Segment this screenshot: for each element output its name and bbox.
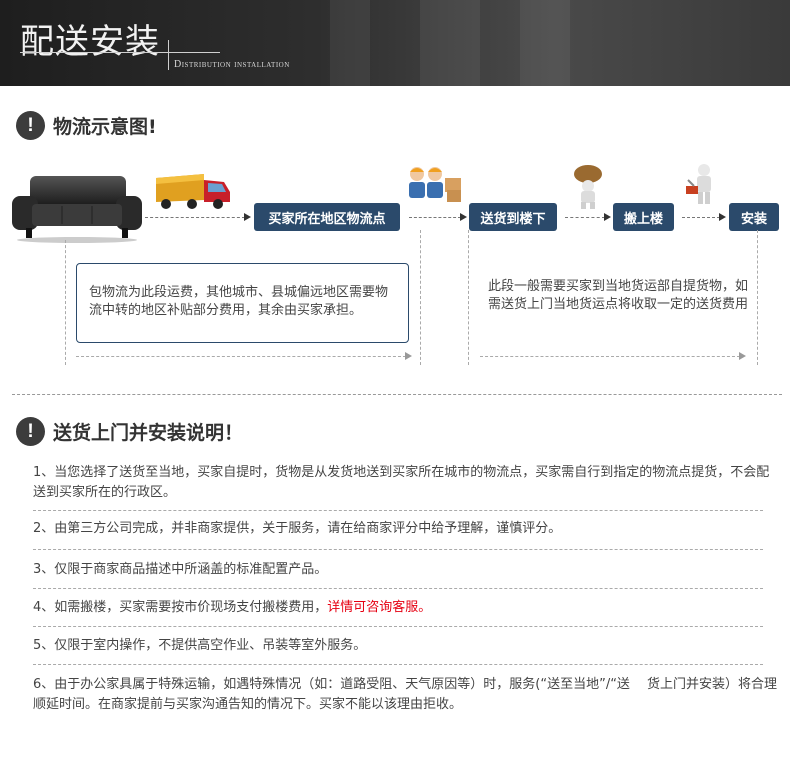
flow-arrowhead [719, 213, 726, 221]
note-free-shipping: 包物流为此段运费，其他城市、县城偏远地区需要物流中转的地区补贴部分费用，其余由买… [76, 263, 409, 343]
note-self-pickup: 此段一般需要买家到当地货运部自提货物，如需送货上门当地货运点将收取一定的送货费用 [488, 279, 749, 312]
bracket-line-right [757, 230, 758, 365]
span-arrow-line [480, 356, 740, 357]
instruction-item-4-text: 4、如需搬楼，买家需要按市价现场支付搬楼费用， [33, 600, 328, 615]
bracket-line-middle-left [420, 230, 421, 365]
consult-service-link: 详情可咨询客服。 [327, 600, 432, 615]
banner-subtitle: Distribution installation [174, 59, 290, 70]
instruction-item-3: 3、仅限于商家商品描述中所涵盖的标准配置产品。 [33, 562, 328, 577]
instructions-heading: ! 送货上门并安装说明！ [16, 417, 243, 446]
item-divider [33, 510, 763, 511]
warning-icon: ! [16, 417, 45, 446]
item-divider [33, 588, 763, 589]
flow-arrow-line [682, 217, 720, 218]
carrier-image [574, 165, 602, 209]
instructions-title: 送货上门并安装说明！ [53, 422, 244, 444]
flow-arrow-line [145, 217, 245, 218]
flow-arrow-line [409, 217, 461, 218]
instruction-item-4: 4、如需搬楼，买家需要按市价现场支付搬楼费用，详情可咨询客服。 [33, 598, 778, 618]
banner-vertical-divider [168, 40, 169, 70]
item-divider [33, 626, 763, 627]
installer-image [686, 164, 711, 204]
window-decoration [330, 0, 370, 86]
section-separator [12, 394, 782, 395]
instruction-item-2: 2、由第三方公司完成，并非商家提供，关于服务，请在给商家评分中给予理解，谨慎评分… [33, 521, 562, 536]
window-decoration [420, 0, 480, 86]
window-decoration [520, 0, 570, 86]
step-install: 安装 [729, 203, 779, 231]
flow-arrowhead [460, 213, 467, 221]
span-arrowhead [405, 352, 412, 360]
logistics-heading: ! 物流示意图! [16, 111, 157, 140]
step-carry-upstairs: 搬上楼 [613, 203, 674, 231]
instruction-item-1: 1、当您选择了送货至当地，买家自提时，货物是从发货地送到买家所在城市的物流点，买… [33, 465, 770, 500]
header-banner: 配送安装 Distribution installation [0, 0, 790, 86]
item-divider [33, 664, 763, 665]
truck-image [156, 174, 230, 209]
item-divider [33, 549, 763, 550]
bracket-line-middle-right [468, 230, 469, 365]
banner-divider [20, 52, 220, 53]
banner-title: 配送安装 [20, 22, 160, 62]
sofa-image [12, 176, 142, 243]
flow-arrow-line [565, 217, 605, 218]
logistics-title: 物流示意图! [53, 116, 157, 138]
step-deliver-downstairs: 送货到楼下 [469, 203, 557, 231]
instruction-item-5: 5、仅限于室内操作，不提供高空作业、吊装等室外服务。 [33, 638, 367, 653]
span-arrowhead [739, 352, 746, 360]
flow-arrowhead [604, 213, 611, 221]
instruction-item-6: 6、由于办公家具属于特殊运输，如遇特殊情况（如：道路受阻、天气原因等）时，服务(… [33, 677, 778, 712]
bracket-line-left [65, 240, 66, 365]
flow-arrowhead [244, 213, 251, 221]
workers-image [409, 167, 461, 202]
warning-icon: ! [16, 111, 45, 140]
span-arrow-line [76, 356, 406, 357]
step-logistics-point: 买家所在地区物流点 [254, 203, 400, 231]
